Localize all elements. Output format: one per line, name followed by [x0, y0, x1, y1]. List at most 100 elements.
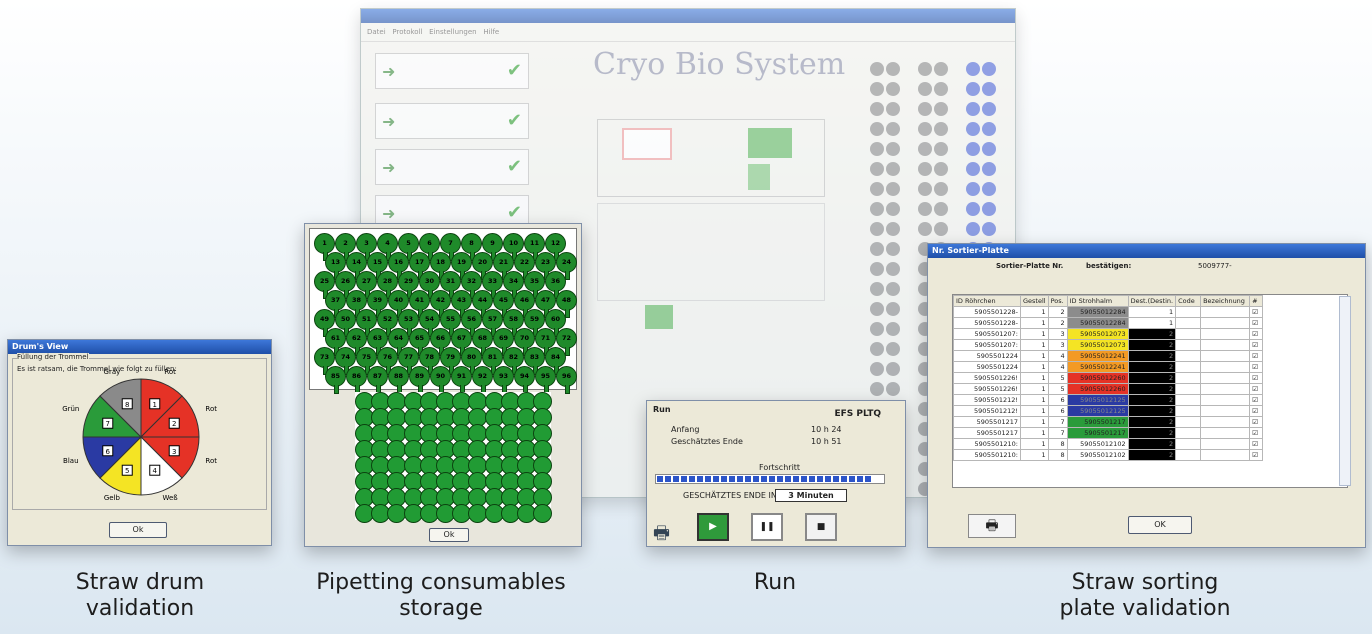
table-row[interactable]: 5905501217 1 7 5905501217 2 ☑: [953, 416, 1264, 428]
tip[interactable]: 41: [409, 290, 430, 318]
tip[interactable]: 79: [440, 347, 461, 375]
tip[interactable]: 1: [314, 233, 335, 261]
tip[interactable]: 4: [377, 233, 398, 261]
tip[interactable]: 2: [335, 233, 356, 261]
tip[interactable]: 22: [514, 252, 535, 280]
col-header[interactable]: ID Röhrchen: [953, 295, 1021, 307]
tip[interactable]: 25: [314, 271, 335, 299]
table-row[interactable]: 5905501210: 1 8 59055012102 2 ☑: [953, 449, 1264, 461]
tip[interactable]: 68: [472, 328, 493, 356]
tip[interactable]: 50: [335, 309, 356, 337]
tip[interactable]: 14: [346, 252, 367, 280]
tip[interactable]: 10: [503, 233, 524, 261]
tip[interactable]: 32: [461, 271, 482, 299]
tip[interactable]: 55: [440, 309, 461, 337]
workflow-step[interactable]: ➜ ✔: [375, 53, 529, 89]
tip[interactable]: 72: [556, 328, 577, 356]
tip[interactable]: 60: [545, 309, 566, 337]
tip[interactable]: 63: [367, 328, 388, 356]
tip[interactable]: 30: [419, 271, 440, 299]
stop-button[interactable]: ■: [805, 513, 837, 541]
tip[interactable]: 53: [398, 309, 419, 337]
checkbox[interactable]: ☑: [1249, 306, 1264, 318]
table-row[interactable]: 5905501226! 1 5 59055012260 2 ☑: [953, 372, 1264, 384]
tip[interactable]: 86: [346, 366, 367, 394]
tip[interactable]: 27: [356, 271, 377, 299]
tip[interactable]: 73: [314, 347, 335, 375]
table-row[interactable]: 5905501228- 1 2 59055012284 1 ☑: [953, 317, 1264, 329]
tip[interactable]: 95: [535, 366, 556, 394]
checkbox[interactable]: ☑: [1249, 394, 1264, 406]
tip[interactable]: 33: [482, 271, 503, 299]
col-header[interactable]: Code: [1175, 295, 1202, 307]
tip[interactable]: 51: [356, 309, 377, 337]
checkbox[interactable]: ☑: [1249, 427, 1264, 439]
table-row[interactable]: 5905501224 1 4 59055012241 2 ☑: [953, 350, 1264, 362]
workflow-step[interactable]: ➜ ✔: [375, 149, 529, 185]
checkbox[interactable]: ☑: [1249, 438, 1264, 450]
tip[interactable]: 48: [556, 290, 577, 318]
checkbox[interactable]: ☑: [1249, 350, 1264, 362]
tip[interactable]: 92: [472, 366, 493, 394]
col-header[interactable]: Dest.(Destin.: [1127, 295, 1177, 307]
vertical-scrollbar[interactable]: [1339, 296, 1351, 486]
tip[interactable]: 75: [356, 347, 377, 375]
col-header[interactable]: Pos.: [1047, 295, 1068, 307]
tip[interactable]: 11: [524, 233, 545, 261]
checkbox[interactable]: ☑: [1249, 361, 1264, 373]
col-header[interactable]: ID Strohhalm: [1066, 295, 1129, 307]
straw-table[interactable]: ID Röhrchen Gestell Pos. ID Strohhalm De…: [952, 294, 1348, 488]
ok-button[interactable]: Ok: [429, 528, 469, 542]
tip[interactable]: 84: [545, 347, 566, 375]
tip[interactable]: 20: [472, 252, 493, 280]
tip[interactable]: 85: [325, 366, 346, 394]
tip[interactable]: 12: [545, 233, 566, 261]
tip[interactable]: 35: [524, 271, 545, 299]
tip[interactable]: 94: [514, 366, 535, 394]
play-button[interactable]: ▶: [697, 513, 729, 541]
tip[interactable]: 7: [440, 233, 461, 261]
tip[interactable]: 62: [346, 328, 367, 356]
tip[interactable]: 76: [377, 347, 398, 375]
table-row[interactable]: 5905501224 1 4 59055012241 2 ☑: [953, 361, 1264, 373]
tip[interactable]: 82: [503, 347, 524, 375]
checkbox[interactable]: ☑: [1249, 383, 1264, 395]
tip[interactable]: 24: [556, 252, 577, 280]
printer-icon[interactable]: 🖶: [653, 521, 670, 546]
tip[interactable]: 9: [482, 233, 503, 261]
tip[interactable]: 80: [461, 347, 482, 375]
tip[interactable]: 78: [419, 347, 440, 375]
tip[interactable]: 39: [367, 290, 388, 318]
tip[interactable]: 71: [535, 328, 556, 356]
tip[interactable]: 54: [419, 309, 440, 337]
table-row[interactable]: 5905501228- 1 2 59055012284 1 ☑: [953, 306, 1264, 318]
tip[interactable]: 34: [503, 271, 524, 299]
checkbox[interactable]: ☑: [1249, 328, 1264, 340]
tip[interactable]: 26: [335, 271, 356, 299]
tip[interactable]: 65: [409, 328, 430, 356]
tip[interactable]: 46: [514, 290, 535, 318]
tip[interactable]: 52: [377, 309, 398, 337]
printer-button[interactable]: 🖶: [968, 514, 1016, 538]
tip[interactable]: 96: [556, 366, 577, 394]
menu-item[interactable]: Protokoll: [392, 28, 422, 36]
tip[interactable]: 8: [461, 233, 482, 261]
table-row[interactable]: 5905501210: 1 8 59055012102 2 ☑: [953, 438, 1264, 450]
table-row[interactable]: 5905501212! 1 6 59055012125 2 ☑: [953, 405, 1264, 417]
tip[interactable]: 13: [325, 252, 346, 280]
tip[interactable]: 6: [419, 233, 440, 261]
tip[interactable]: 91: [451, 366, 472, 394]
col-header[interactable]: Gestell: [1020, 295, 1049, 307]
tip[interactable]: 19: [451, 252, 472, 280]
tip[interactable]: 70: [514, 328, 535, 356]
tip[interactable]: 64: [388, 328, 409, 356]
checkbox[interactable]: ☑: [1249, 372, 1264, 384]
tip[interactable]: 29: [398, 271, 419, 299]
table-row[interactable]: 5905501217 1 7 5905501217 2 ☑: [953, 427, 1264, 439]
tip[interactable]: 16: [388, 252, 409, 280]
tip[interactable]: 42: [430, 290, 451, 318]
tip[interactable]: 45: [493, 290, 514, 318]
tip[interactable]: 89: [409, 366, 430, 394]
tip[interactable]: 38: [346, 290, 367, 318]
tip[interactable]: 37: [325, 290, 346, 318]
